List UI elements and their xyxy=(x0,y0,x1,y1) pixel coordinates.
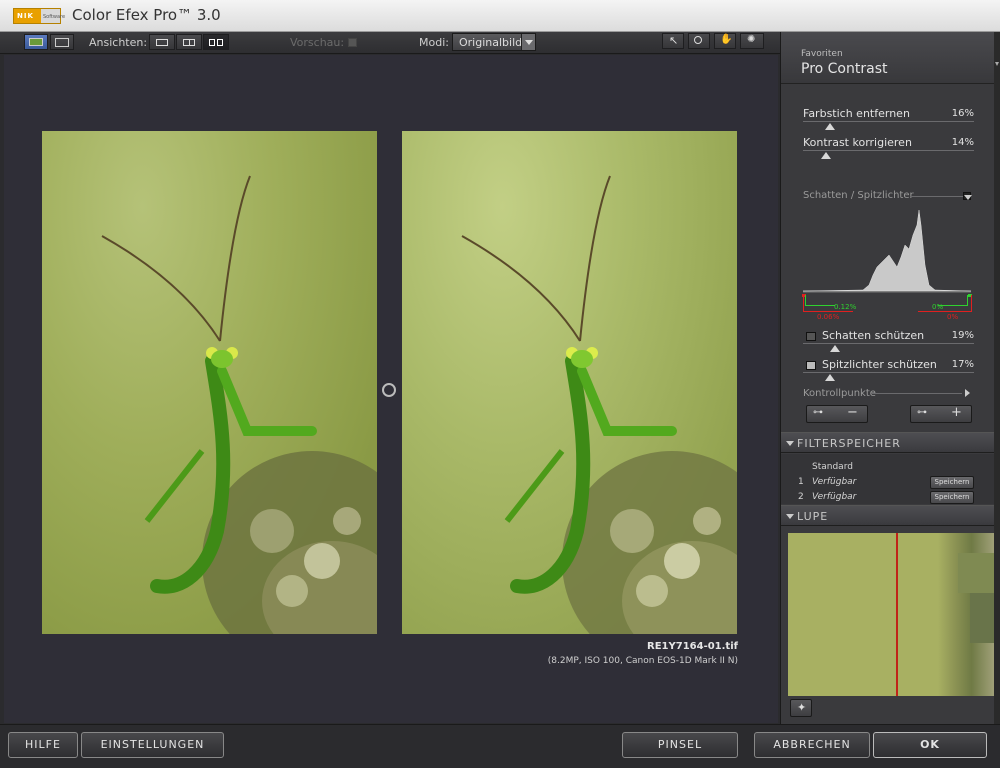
section-collapse-button[interactable] xyxy=(963,192,972,200)
hand-tool-button[interactable]: ✋ xyxy=(714,33,736,49)
single-pane-icon xyxy=(156,39,168,46)
logo-text: NIK xyxy=(17,12,34,20)
filter-memory-slot-2[interactable]: Verfügbar xyxy=(812,492,856,502)
filter-memory-slot-1[interactable]: Verfügbar xyxy=(812,477,856,487)
magnifier-icon xyxy=(694,36,702,44)
shadow-clip-green-value: 0.12% xyxy=(834,303,857,311)
slider-value-protect-highlights: 17% xyxy=(951,359,974,370)
slider-value-protect-shadows: 19% xyxy=(951,330,974,341)
view-single-button[interactable] xyxy=(149,34,175,50)
brush-button[interactable]: PINSEL xyxy=(622,732,738,758)
single-image-view-button[interactable] xyxy=(24,34,48,50)
filter-category: Favoriten xyxy=(801,49,843,59)
filter-memory-standard[interactable]: Standard xyxy=(812,462,853,472)
chevron-down-icon xyxy=(786,514,794,519)
nik-logo: NIK Software xyxy=(13,8,65,24)
loupe-header[interactable]: LUPE xyxy=(781,505,994,526)
save-slot-1-button[interactable]: Speichern xyxy=(930,476,974,489)
view-side-by-side-button[interactable] xyxy=(203,34,229,50)
light-tool-button[interactable]: ✺ xyxy=(740,33,764,49)
filter-memory-num-2: 2 xyxy=(798,492,804,502)
sync-views-icon[interactable] xyxy=(382,383,396,397)
arrow-pointer-icon: ↖ xyxy=(669,34,679,47)
filtered-image[interactable] xyxy=(402,131,737,634)
minus-icon: − xyxy=(847,405,858,420)
scroll-down-icon[interactable] xyxy=(995,62,999,66)
original-image[interactable] xyxy=(42,131,377,634)
slider-value-color-cast: 16% xyxy=(951,108,974,119)
zoom-tool-button[interactable] xyxy=(688,33,710,49)
ok-button[interactable]: OK xyxy=(873,732,987,758)
side-by-side-icon xyxy=(209,39,215,46)
mantis-photo-right xyxy=(461,175,737,634)
slider-label-protect-highlights: Spitzlichter schützen xyxy=(822,358,937,371)
add-control-point-button[interactable]: ⊶ + xyxy=(910,405,972,423)
chevron-down-icon xyxy=(786,441,794,446)
help-button[interactable]: HILFE xyxy=(8,732,78,758)
slider-track-protect-shadows[interactable] xyxy=(803,343,974,344)
slider-value-contrast: 14% xyxy=(951,137,974,148)
loupe-split-line xyxy=(896,533,898,696)
bulb-icon: ✺ xyxy=(747,34,756,45)
slider-thumb-color-cast[interactable] xyxy=(825,123,835,130)
shadow-clip-red-value: 0.06% xyxy=(817,313,840,321)
views-label: Ansichten: xyxy=(89,36,148,49)
protect-highlights-swatch xyxy=(806,361,816,370)
filter-name: Pro Contrast xyxy=(801,61,888,77)
settings-button[interactable]: EINSTELLUNGEN xyxy=(81,732,224,758)
list-view-button[interactable] xyxy=(50,34,74,50)
list-view-icon xyxy=(55,38,69,47)
slider-track-protect-highlights[interactable] xyxy=(803,372,974,373)
hand-icon: ✋ xyxy=(720,34,733,45)
filter-memory-title: FILTERSPEICHER xyxy=(797,437,901,450)
file-info: (8.2MP, ISO 100, Canon EOS-1D Mark II N) xyxy=(547,656,738,666)
slider-thumb-contrast[interactable] xyxy=(821,152,831,159)
slider-thumb-protect-highlights[interactable] xyxy=(825,374,835,381)
pointer-tool-button[interactable]: ↖ xyxy=(662,33,684,49)
filter-memory-num-1: 1 xyxy=(798,477,804,487)
highlight-clip-red-bracket xyxy=(918,295,972,312)
preview-checkbox[interactable] xyxy=(348,38,357,47)
panel-scrollbar[interactable] xyxy=(994,32,1000,724)
preview-label: Vorschau: xyxy=(290,36,345,49)
slider-label-contrast: Kontrast korrigieren xyxy=(803,136,912,149)
loupe-view[interactable] xyxy=(788,533,994,696)
modes-label: Modi: xyxy=(419,36,449,49)
chevron-down-icon xyxy=(521,34,535,50)
file-name: RE1Y7164-01.tif xyxy=(647,641,738,652)
control-point-icon: ⊶ xyxy=(813,407,823,418)
filter-memory-header[interactable]: FILTERSPEICHER xyxy=(781,432,994,453)
highlight-clip-red-value: 0% xyxy=(947,313,959,321)
view-split-button[interactable] xyxy=(176,34,202,50)
pin-icon: ✦ xyxy=(797,701,807,714)
logo-subtext: Software xyxy=(43,14,66,20)
chevron-down-icon xyxy=(964,195,972,200)
cancel-button[interactable]: ABBRECHEN xyxy=(754,732,870,758)
protect-shadows-swatch xyxy=(806,332,816,341)
loupe-title: LUPE xyxy=(797,510,829,523)
remove-control-point-button[interactable]: ⊶ − xyxy=(806,405,868,423)
histogram xyxy=(803,209,971,293)
section-label-control-points: Kontrollpunkte xyxy=(803,388,876,399)
save-slot-2-button[interactable]: Speichern xyxy=(930,491,974,504)
app-title: Color Efex Pro™ 3.0 xyxy=(72,6,221,24)
mode-select-value: Originalbild xyxy=(459,36,523,49)
slider-label-protect-shadows: Schatten schützen xyxy=(822,329,925,342)
plus-icon: + xyxy=(951,405,962,420)
slider-track-contrast[interactable] xyxy=(803,150,974,151)
section-label-shadows-highlights: Schatten / Spitzlichter xyxy=(803,190,914,201)
highlight-clip-green-value: 0% xyxy=(932,303,944,311)
slider-label-color-cast: Farbstich entfernen xyxy=(803,107,910,120)
image-view-icon xyxy=(29,38,43,46)
slider-track-color-cast[interactable] xyxy=(803,121,974,122)
slider-thumb-protect-shadows[interactable] xyxy=(830,345,840,352)
chevron-right-icon[interactable] xyxy=(965,389,970,397)
loupe-pin-button[interactable]: ✦ xyxy=(790,699,812,717)
control-point-icon: ⊶ xyxy=(917,407,927,418)
mode-select[interactable]: Originalbild xyxy=(452,33,536,51)
mantis-photo-left xyxy=(101,175,377,634)
